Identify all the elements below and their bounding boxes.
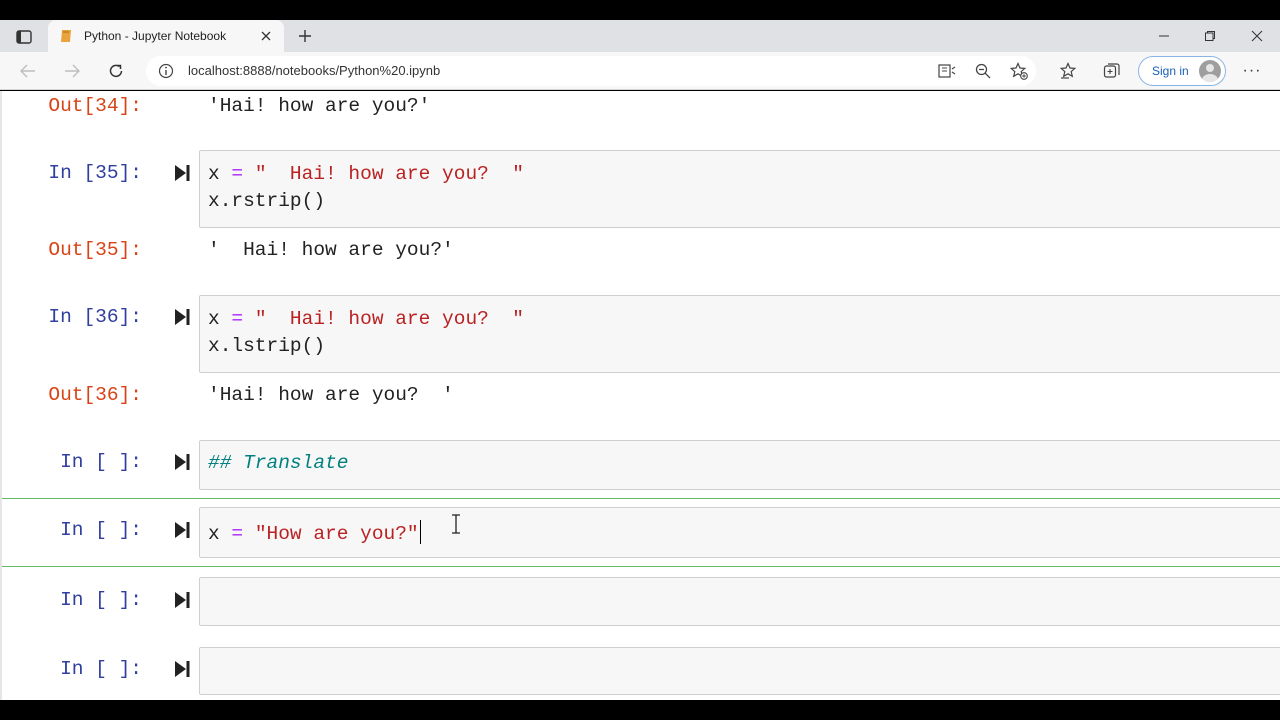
minimize-icon [1159, 35, 1169, 37]
plus-icon [299, 30, 311, 42]
avatar-icon [1199, 60, 1221, 82]
code-operator: = [231, 308, 244, 330]
tab-jupyter[interactable]: Python - Jupyter Notebook [48, 20, 284, 52]
restore-button[interactable] [1187, 20, 1233, 52]
code-cell-input[interactable]: x = "How are you?" [199, 507, 1280, 558]
code-line: x.rstrip() [208, 190, 326, 212]
run-cell-icon[interactable] [174, 591, 190, 609]
input-prompt: In [ ]: [60, 589, 142, 611]
code-variable: x [208, 523, 220, 545]
reload-icon [109, 64, 123, 78]
close-icon [1251, 30, 1263, 42]
close-tab-icon[interactable] [258, 28, 274, 44]
minimize-button[interactable] [1141, 20, 1187, 52]
output-prompt: Out[34]: [48, 95, 142, 117]
code-line: x = "How are you?" [208, 520, 422, 545]
info-icon[interactable] [158, 63, 174, 79]
sign-in-button[interactable]: Sign in [1138, 56, 1226, 86]
code-string: " Hai! how are you? " [254, 163, 524, 185]
run-cell-icon[interactable] [174, 453, 190, 471]
code-operator: = [231, 163, 244, 185]
favorites-icon[interactable] [1056, 59, 1080, 83]
output-prompt: Out[35]: [48, 239, 142, 261]
arrow-right-icon [65, 64, 80, 78]
letterbox-top [0, 0, 1280, 20]
letterbox-bottom [0, 700, 1280, 720]
new-tab-button[interactable] [292, 24, 318, 48]
cell-output: 'Hai! how are you? ' [208, 384, 454, 406]
notebook-favicon-icon [58, 28, 74, 44]
input-prompt: In [35]: [48, 162, 142, 184]
settings-menu-button[interactable]: ··· [1240, 59, 1264, 83]
cell-output: ' Hai! how are you?' [208, 239, 454, 261]
input-prompt: In [36]: [48, 306, 142, 328]
code-variable: x [208, 163, 220, 185]
restore-icon [1205, 31, 1215, 41]
code-cell-input[interactable]: x = " Hai! how are you? " x.lstrip() [199, 295, 1280, 373]
run-cell-icon[interactable] [174, 660, 190, 678]
input-prompt: In [ ]: [60, 519, 142, 541]
ibeam-cursor-icon [452, 514, 460, 534]
code-line: ## Translate [208, 452, 349, 474]
reload-button[interactable] [102, 57, 130, 85]
close-window-button[interactable] [1234, 20, 1280, 52]
run-cell-icon[interactable] [174, 308, 190, 326]
arrow-left-icon [20, 64, 35, 78]
address-bar[interactable]: localhost:8888/notebooks/Python%20.ipynb [146, 56, 1036, 86]
code-cell-input[interactable]: ## Translate [199, 440, 1280, 490]
tab-strip: Python - Jupyter Notebook [0, 20, 1280, 52]
collections-icon[interactable] [1100, 59, 1124, 83]
zoom-out-icon[interactable] [972, 60, 994, 82]
code-cell-input[interactable] [199, 647, 1280, 695]
run-cell-icon[interactable] [174, 521, 190, 539]
code-line: x = " Hai! how are you? " [208, 163, 524, 185]
code-string: " Hai! how are you? " [254, 308, 524, 330]
text-caret [419, 520, 422, 544]
tab-actions-button[interactable] [8, 25, 40, 49]
url-text: localhost:8888/notebooks/Python%20.ipynb [188, 63, 441, 78]
read-aloud-icon[interactable] [936, 60, 958, 82]
code-cell-input[interactable]: x = " Hai! how are you? " x.rstrip() [199, 150, 1280, 228]
cell-output: 'Hai! how are you?' [208, 95, 431, 117]
input-prompt: In [ ]: [60, 658, 142, 680]
code-cell-input[interactable] [199, 577, 1280, 626]
tab-title: Python - Jupyter Notebook [84, 29, 227, 43]
output-prompt: Out[36]: [48, 384, 142, 406]
forward-button[interactable] [58, 57, 86, 85]
back-button[interactable] [14, 57, 42, 85]
code-operator: = [231, 523, 244, 545]
code-line: x = " Hai! how are you? " [208, 308, 524, 330]
run-cell-icon[interactable] [174, 164, 190, 182]
tab-actions-icon [16, 30, 32, 44]
code-string: "How are you?" [254, 523, 419, 545]
code-variable: x [208, 308, 220, 330]
input-prompt: In [ ]: [60, 451, 142, 473]
notebook-area: Out[34]: 'Hai! how are you?' In [35]: x … [0, 91, 1280, 700]
add-favorite-icon[interactable] [1008, 60, 1030, 82]
code-line: x.lstrip() [208, 335, 326, 357]
browser-toolbar: localhost:8888/notebooks/Python%20.ipynb… [0, 52, 1280, 90]
more-dots-icon: ··· [1242, 62, 1262, 79]
sign-in-label: Sign in [1152, 64, 1189, 78]
